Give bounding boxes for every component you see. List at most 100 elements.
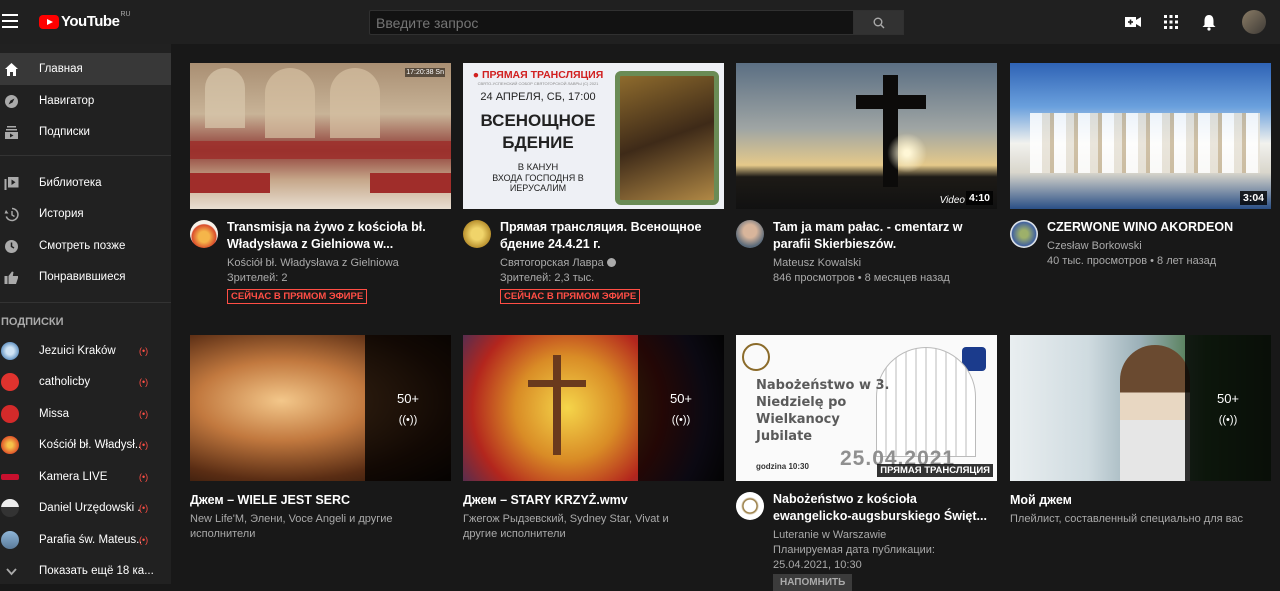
channel-name[interactable]: Mateusz Kowalski	[773, 256, 861, 271]
search-button[interactable]	[853, 10, 904, 35]
sidebar-item-label: История	[39, 208, 84, 220]
sidebar-item-liked[interactable]: Понравившиеся	[0, 261, 171, 293]
sidebar-subscription[interactable]: Parafia św. Mateus... (•)	[0, 524, 171, 556]
remind-button[interactable]: НАПОМНИТЬ	[773, 574, 853, 591]
live-now-badge: СЕЙЧАС В ПРЯМОМ ЭФИРЕ	[227, 289, 368, 304]
youtube-logo[interactable]: YouTube RU	[39, 11, 131, 30]
hamburger-menu-icon[interactable]	[2, 14, 18, 28]
sidebar-divider	[0, 302, 171, 303]
sidebar-item-history[interactable]: История	[0, 198, 171, 230]
sidebar-subscription[interactable]: Daniel Urzędowski ... (•)	[0, 492, 171, 524]
church-logo-icon	[742, 343, 770, 371]
video-card[interactable]: Nabożeństwo w 3. Niedzielę po Wielkanocy Ju…	[736, 335, 997, 591]
video-card[interactable]: 3:04 CZERWONE WINO AKORDEON Czesław Bork…	[1010, 63, 1271, 313]
sidebar-show-more[interactable]: Показать ещё 18 ка...	[0, 555, 171, 587]
sidebar-item-label: Навигатор	[39, 95, 95, 107]
mix-description: Плейлист, составленный специально для ва…	[1010, 513, 1243, 525]
mix-count: 50+	[396, 390, 420, 406]
thumbnail-subtitle: СВЯТО-УСПЕНСКИЙ СОБОР СВЯТОГОРСКОЙ ЛАВРЫ…	[477, 81, 599, 86]
channel-avatar	[1, 499, 19, 517]
video-thumbnail[interactable]: 50+ ((•))	[190, 335, 451, 481]
sidebar-item-explore[interactable]: Навигатор	[0, 85, 171, 117]
logo-text: YouTube	[61, 13, 120, 30]
mix-title[interactable]: Джем – STARY KRZYŻ.wmv	[463, 492, 724, 509]
channel-name[interactable]: Kościół bł. Władysława z Gielniowa	[227, 256, 399, 271]
mix-title[interactable]: Мой джем	[1010, 492, 1271, 509]
apps-grid-icon[interactable]	[1162, 13, 1180, 31]
mix-card[interactable]: 50+ ((•)) Джем – STARY KRZYŻ.wmv Гжегож …	[463, 335, 724, 584]
video-viewers: Зрителей: 2	[227, 272, 288, 284]
channel-avatar[interactable]	[736, 492, 764, 520]
live-now-badge: СЕЙЧАС В ПРЯМОМ ЭФИРЕ	[500, 289, 641, 304]
channel-avatar	[1, 405, 19, 423]
sidebar-subscription[interactable]: Kościół bł. Władysł... (•)	[0, 429, 171, 461]
sidebar-item-watch-later[interactable]: Смотреть позже	[0, 230, 171, 262]
sidebar-item-label: Daniel Urzędowski ...	[39, 502, 141, 514]
create-video-icon[interactable]	[1124, 13, 1142, 31]
thumbnail-caption-1: В КАНУН	[517, 162, 559, 173]
top-bar: YouTube RU	[0, 0, 1280, 44]
video-thumbnail[interactable]: 17:20:38 Sn	[190, 63, 451, 209]
mix-count: 50+	[1216, 390, 1240, 406]
video-duration: 3:04	[1239, 191, 1267, 205]
channel-avatar	[1, 531, 19, 549]
thumbnail-caption: Video	[939, 195, 965, 206]
sidebar-item-subscriptions[interactable]: Подписки	[0, 116, 171, 148]
video-title[interactable]: Прямая трансляция. Всенощное бдение 24.4.…	[500, 219, 724, 253]
channel-name[interactable]: Czesław Borkowski	[1047, 239, 1142, 254]
home-icon	[5, 62, 18, 76]
sidebar-divider	[0, 155, 171, 156]
video-title[interactable]: Nabożeństwo z kościoła ewangelicko-augsbu…	[773, 491, 997, 525]
thumbnail-headline-1: ВСЕНОЩНОЕ	[480, 111, 596, 130]
channel-avatar[interactable]	[1010, 220, 1038, 248]
sidebar-subscription[interactable]: Jezuici Kraków (•)	[0, 335, 171, 367]
mix-card[interactable]: 50+ ((•)) Мой джем Плейлист, составленны…	[1010, 335, 1271, 584]
live-broadcast-icon: (•)	[139, 503, 149, 513]
video-title[interactable]: Transmisja na żywo z kościoła bł. Władysł…	[227, 219, 451, 253]
video-thumbnail[interactable]: Nabożeństwo w 3. Niedzielę po Wielkanocy Ju…	[736, 335, 997, 481]
sidebar-item-label: Понравившиеся	[39, 271, 126, 283]
sidebar-item-label: Missa	[39, 408, 70, 420]
video-thumbnail[interactable]: ● ПРЯМАЯ ТРАНСЛЯЦИЯ СВЯТО-УСПЕНСКИЙ СОБО…	[463, 63, 724, 209]
mix-broadcast-icon: ((•))	[671, 413, 691, 426]
mix-card[interactable]: 50+ ((•)) Джем – WIELE JEST SERC New Lif…	[190, 335, 451, 584]
search-icon	[873, 17, 884, 28]
video-thumbnail[interactable]: Video 4:10	[736, 63, 997, 209]
video-thumbnail[interactable]: 3:04	[1010, 63, 1271, 209]
channel-avatar[interactable]	[190, 220, 218, 248]
notifications-bell-icon[interactable]	[1200, 13, 1218, 31]
sidebar-item-label: Библиотека	[39, 177, 102, 189]
video-title[interactable]: CZERWONE WINO AKORDEON	[1047, 219, 1271, 236]
channel-name[interactable]: Luteranie w Warszawie	[773, 528, 886, 543]
sidebar-item-label: Смотреть позже	[39, 240, 126, 252]
sidebar-item-label: Parafia św. Mateus...	[39, 534, 141, 546]
video-card[interactable]: 17:20:38 Sn Transmisja na żywo z kościoł…	[190, 63, 451, 313]
search-input[interactable]	[369, 10, 854, 35]
channel-avatar[interactable]	[463, 220, 491, 248]
sidebar-item-library[interactable]: Библиотека	[0, 167, 171, 199]
mix-broadcast-icon: ((•))	[1218, 413, 1238, 426]
video-card[interactable]: ● ПРЯМАЯ ТРАНСЛЯЦИЯ СВЯТО-УСПЕНСКИЙ СОБО…	[463, 63, 724, 313]
video-title[interactable]: Tam ja mam pałac. - cmentarz w parafii Sk…	[773, 219, 997, 253]
sidebar-item-label: Подписки	[39, 126, 90, 138]
mix-artists: New Life'M, Элени, Voce Angeli и другие и…	[190, 513, 393, 540]
thumbnail-headline-2: БДЕНИЕ	[502, 133, 574, 152]
sidebar-subscription[interactable]: Kamera LIVE (•)	[0, 461, 171, 493]
channel-name[interactable]: Святогорская Лавра	[500, 256, 616, 271]
video-stats: 846 просмотров • 8 месяцев назад	[773, 272, 950, 284]
sidebar-subscription[interactable]: catholicby (•)	[0, 366, 171, 398]
sidebar-subscription[interactable]: Missa (•)	[0, 398, 171, 430]
mix-title[interactable]: Джем – WIELE JEST SERC	[190, 492, 451, 509]
channel-avatar	[1, 436, 19, 454]
video-card[interactable]: Video 4:10 Tam ja mam pałac. - cmentarz …	[736, 63, 997, 313]
thumbnail-timestamp: 17:20:38 Sn	[405, 68, 445, 77]
youtube-play-icon	[39, 14, 59, 29]
video-thumbnail[interactable]: 50+ ((•))	[463, 335, 724, 481]
video-thumbnail[interactable]: 50+ ((•))	[1010, 335, 1271, 481]
history-icon	[4, 207, 19, 221]
sidebar-item-home[interactable]: Главная	[0, 53, 171, 85]
mix-artists: Гжегож Рыдзевский, Sydney Star, Vivat ид…	[463, 513, 669, 540]
account-avatar[interactable]	[1242, 10, 1266, 34]
live-broadcast-icon: (•)	[139, 346, 149, 356]
channel-avatar[interactable]	[736, 220, 764, 248]
